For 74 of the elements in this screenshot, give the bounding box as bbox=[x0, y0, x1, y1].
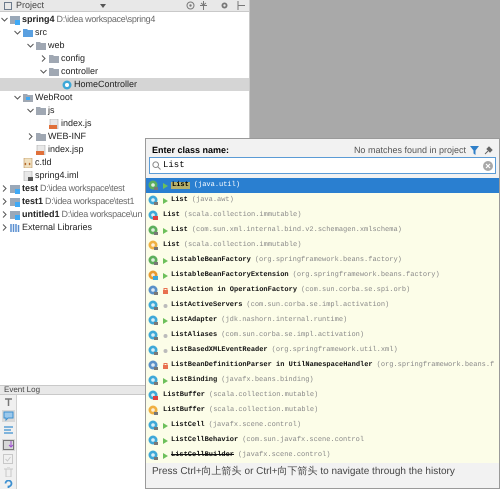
class-icon bbox=[148, 330, 159, 341]
class-icon bbox=[148, 375, 159, 386]
interface-icon bbox=[148, 255, 159, 266]
class-icon bbox=[148, 195, 159, 206]
speech-bubble-icon[interactable] bbox=[2, 410, 14, 422]
folder-icon bbox=[36, 106, 46, 116]
tree-item[interactable]: WebRoot bbox=[35, 93, 72, 102]
help-icon[interactable] bbox=[4, 480, 12, 489]
tree-item[interactable]: spring4 bbox=[22, 15, 55, 24]
tree-item[interactable]: untitled1 bbox=[22, 210, 60, 219]
folder-icon bbox=[36, 132, 46, 142]
class-icon bbox=[148, 210, 159, 221]
tree-item[interactable]: index.js bbox=[61, 119, 92, 128]
object-icon bbox=[148, 240, 159, 251]
class-icon bbox=[148, 300, 159, 311]
class-icon bbox=[148, 345, 159, 356]
dropdown-icon[interactable] bbox=[100, 4, 106, 8]
js-file-icon bbox=[49, 118, 59, 128]
checkbox-icon bbox=[3, 454, 13, 464]
path-text: D:\idea workspace\test1 bbox=[45, 197, 134, 206]
inner-class-icon bbox=[148, 285, 159, 296]
module-icon bbox=[10, 14, 20, 24]
hide-icon[interactable] bbox=[237, 1, 245, 10]
locate-icon[interactable] bbox=[186, 1, 195, 10]
search-icon bbox=[152, 161, 161, 170]
jsp-file-icon bbox=[36, 144, 46, 154]
module-icon bbox=[10, 210, 20, 220]
settings-icon[interactable] bbox=[220, 1, 229, 10]
interface-icon bbox=[148, 180, 159, 191]
object-icon bbox=[148, 405, 159, 416]
libraries-icon bbox=[10, 222, 20, 232]
panel-title[interactable]: Event Log bbox=[4, 386, 40, 394]
query-input[interactable]: List bbox=[163, 158, 483, 172]
tree-item[interactable]: controller bbox=[61, 67, 98, 76]
tree-item[interactable]: web bbox=[48, 41, 65, 50]
hint-text: Press Ctrl+向上箭头 or Ctrl+向下箭头 to navigate through the history bbox=[151, 464, 456, 478]
tree-item[interactable]: c.tld bbox=[35, 158, 52, 167]
module-file-icon bbox=[23, 170, 33, 180]
abstract-class-icon bbox=[148, 270, 159, 281]
class-icon bbox=[148, 390, 159, 401]
tree-item[interactable]: index.jsp bbox=[48, 145, 84, 154]
tree-item[interactable]: js bbox=[48, 106, 54, 115]
panel-title[interactable]: Project bbox=[16, 1, 44, 10]
xml-file-icon bbox=[23, 158, 33, 168]
tree-item[interactable]: WEB-INF bbox=[48, 132, 86, 141]
class-icon bbox=[148, 315, 159, 326]
interface-icon bbox=[148, 225, 159, 236]
tree-item[interactable]: config bbox=[61, 54, 86, 63]
path-text: D:\idea workspace\spring4 bbox=[56, 15, 156, 24]
source-folder-icon bbox=[23, 28, 33, 38]
tree-item[interactable]: External Libraries bbox=[22, 223, 92, 232]
filter-icon[interactable] bbox=[470, 146, 479, 154]
path-text: D:\idea workspace\test bbox=[40, 184, 124, 193]
tree-item[interactable]: spring4.iml bbox=[35, 171, 79, 180]
class-icon bbox=[148, 435, 159, 446]
trash-icon bbox=[4, 467, 12, 477]
class-icon bbox=[148, 420, 159, 431]
class-icon bbox=[148, 450, 159, 461]
status-text: No matches found in project bbox=[354, 146, 466, 154]
tree-item[interactable]: HomeController bbox=[74, 80, 138, 89]
search-field[interactable]: List bbox=[149, 157, 496, 174]
prompt-label: Enter class name: bbox=[152, 146, 230, 154]
path-text: D:\idea workspace\un bbox=[62, 210, 142, 219]
wrap-icon[interactable] bbox=[2, 425, 14, 436]
module-icon bbox=[10, 184, 20, 194]
module-icon bbox=[10, 196, 20, 206]
tree-item[interactable]: test bbox=[22, 184, 38, 193]
tree-item[interactable]: test1 bbox=[22, 197, 44, 206]
class-icon bbox=[62, 80, 72, 90]
web-folder-icon bbox=[23, 92, 33, 102]
scroll-end-icon[interactable] bbox=[2, 439, 14, 451]
project-icon bbox=[4, 2, 12, 10]
tree-item[interactable]: src bbox=[35, 28, 47, 37]
inner-class-icon bbox=[148, 360, 159, 371]
